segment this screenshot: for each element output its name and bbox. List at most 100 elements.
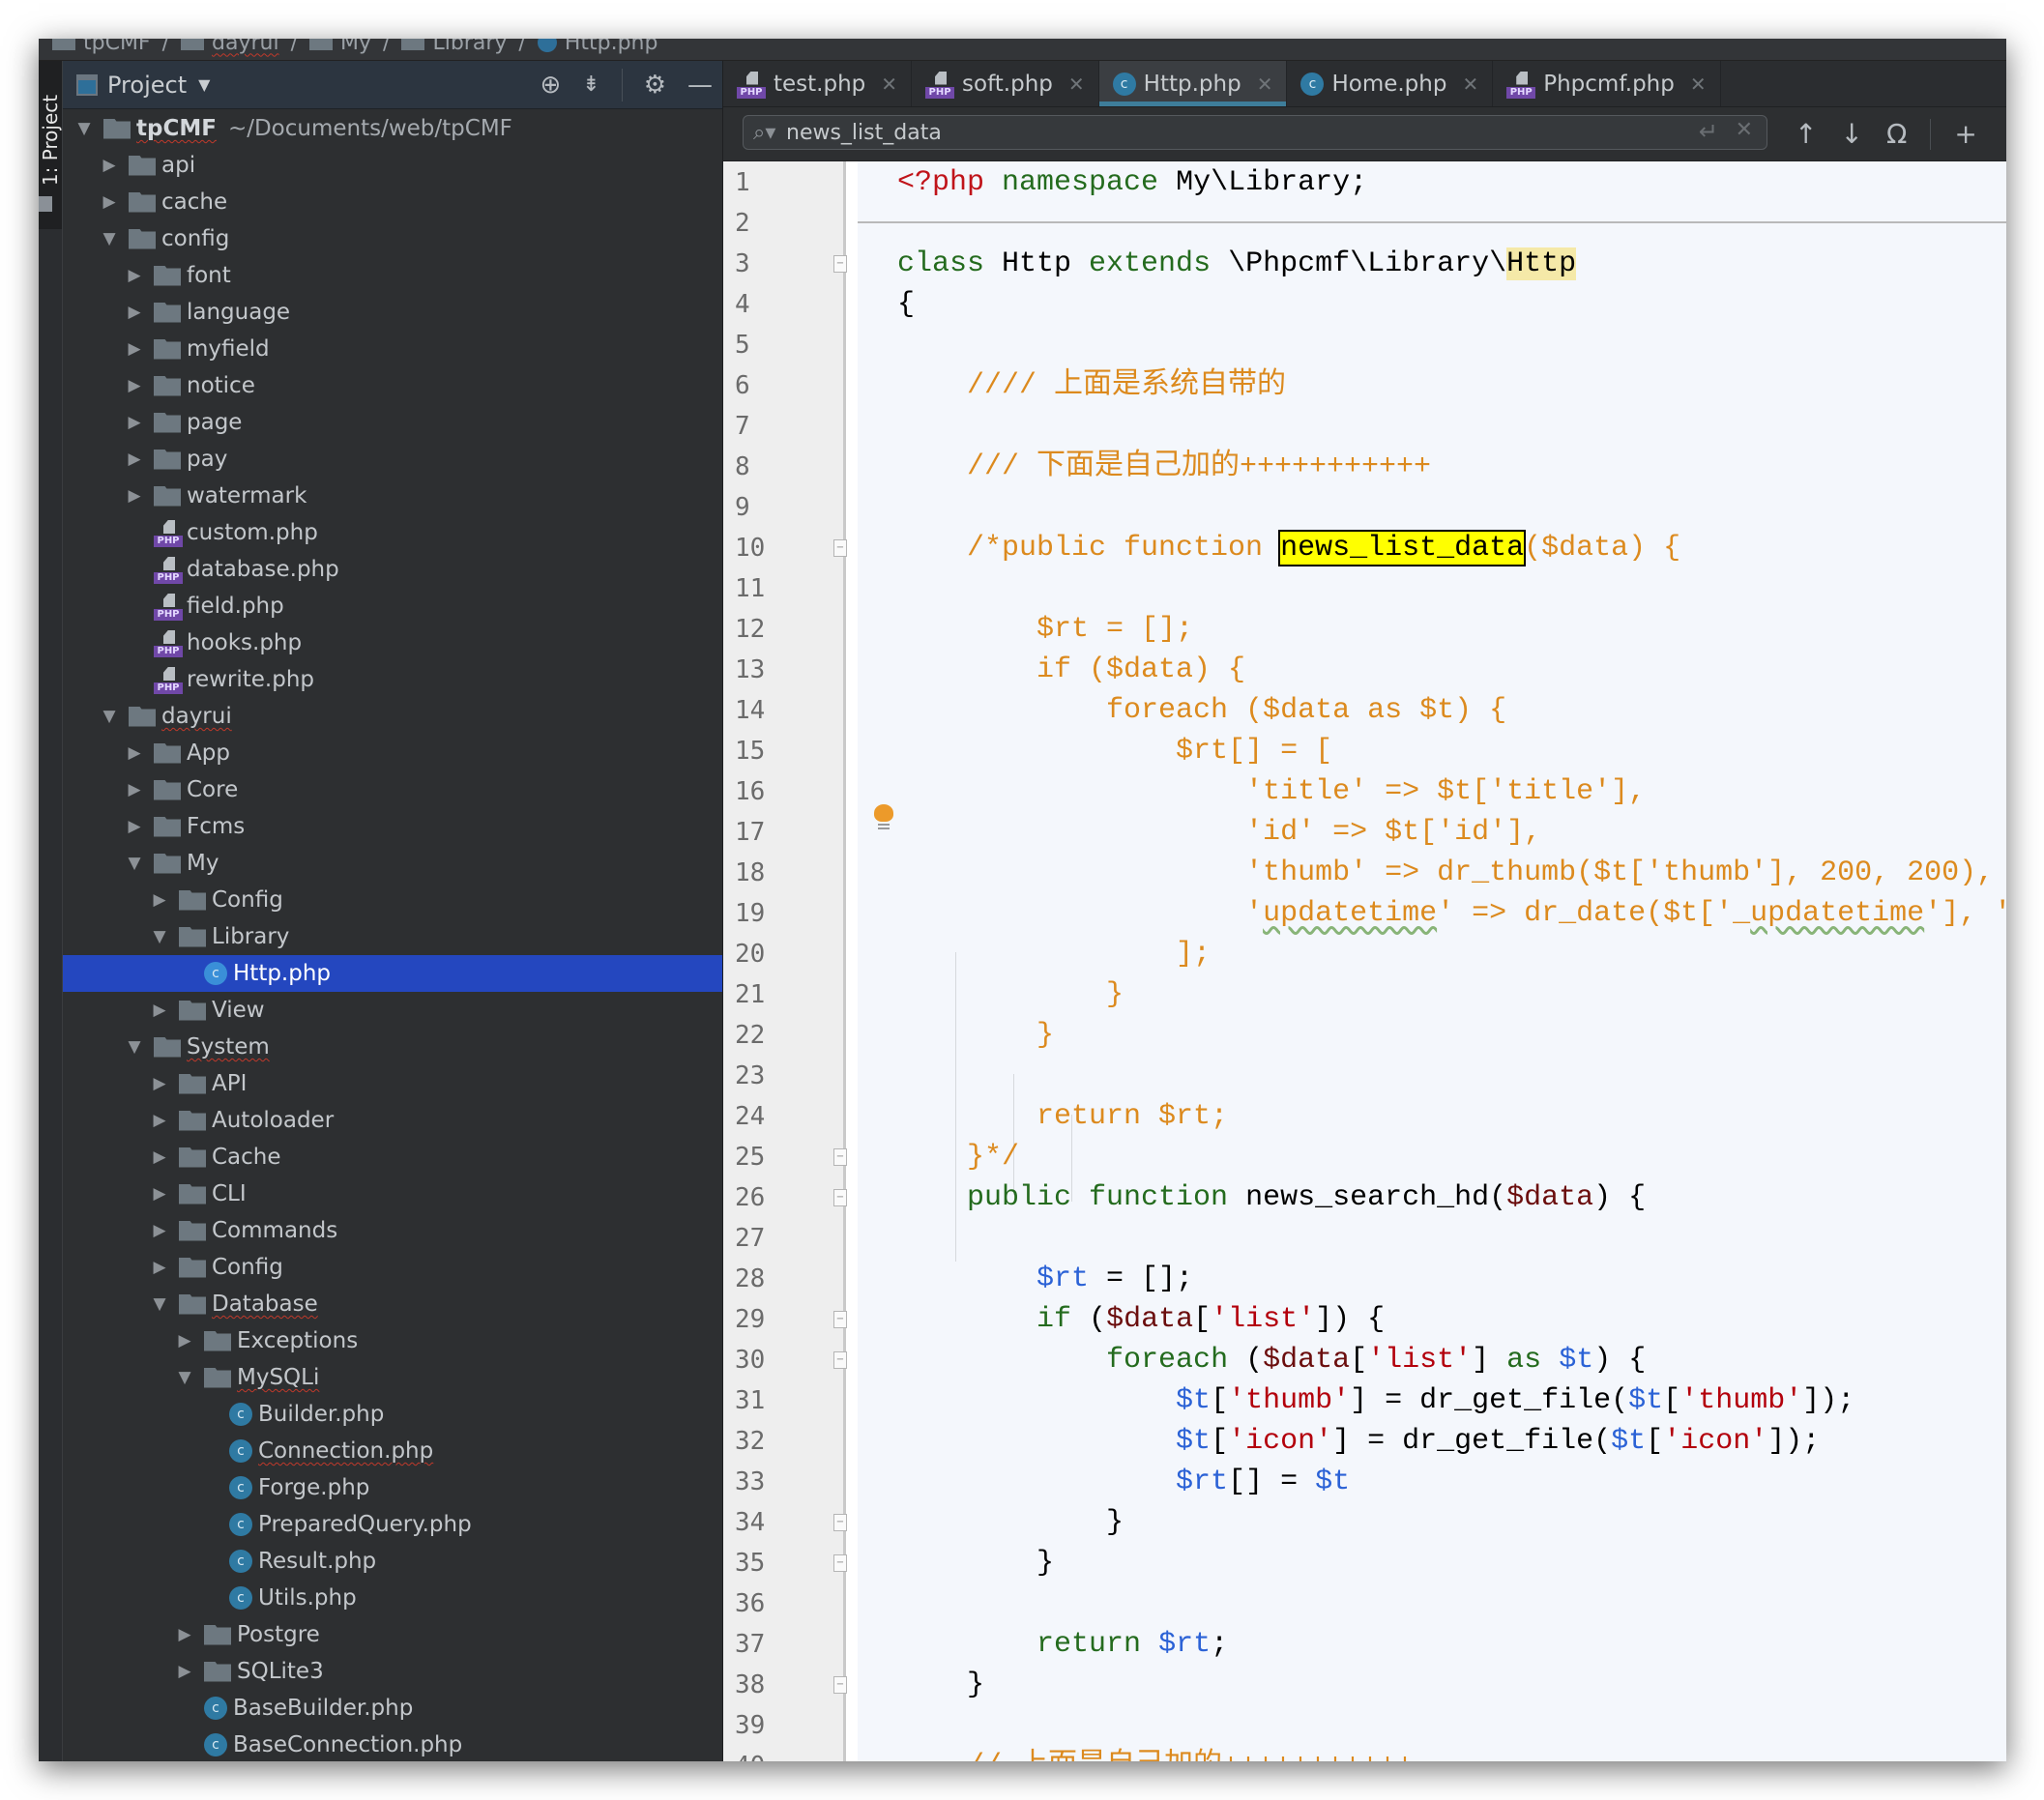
- breadcrumb-item[interactable]: Library: [401, 39, 507, 55]
- collapse-arrow-icon[interactable]: ▶: [123, 413, 146, 432]
- fold-marker-icon[interactable]: −: [833, 539, 847, 557]
- collapse-arrow-icon[interactable]: ▶: [173, 1662, 196, 1681]
- close-icon[interactable]: ✕: [881, 73, 897, 96]
- code-line[interactable]: 'title' => $t['title'],: [897, 771, 1646, 812]
- project-tool-window-button[interactable]: 1: Project: [39, 61, 62, 229]
- code-line[interactable]: $t['thumb'] = dr_get_file($t['thumb']);: [897, 1380, 1854, 1421]
- tree-item[interactable]: ▼ System: [63, 1029, 722, 1065]
- next-occurrence-icon[interactable]: ↓: [1840, 118, 1862, 150]
- collapse-arrow-icon[interactable]: ▶: [148, 1184, 171, 1204]
- collapse-all-icon[interactable]: ⇟: [582, 73, 599, 97]
- chevron-down-icon[interactable]: ▼: [198, 75, 210, 94]
- tree-item[interactable]: PHP custom.php: [63, 514, 722, 551]
- tree-item[interactable]: ▶ SQLite3: [63, 1653, 722, 1690]
- code-line[interactable]: ];: [897, 934, 1211, 974]
- code-line[interactable]: $rt = [];: [897, 1259, 1193, 1299]
- add-selection-icon[interactable]: +: [1954, 118, 1976, 150]
- collapse-arrow-icon[interactable]: ▶: [148, 1074, 171, 1093]
- close-icon[interactable]: ✕: [1462, 73, 1478, 96]
- clear-icon[interactable]: ✕: [1736, 118, 1753, 142]
- tree-item[interactable]: PHP rewrite.php: [63, 661, 722, 698]
- collapse-arrow-icon[interactable]: ▶: [173, 1625, 196, 1644]
- code-line[interactable]: }: [897, 1543, 1054, 1583]
- fold-marker-icon[interactable]: −: [833, 1351, 847, 1369]
- fold-marker-icon[interactable]: −: [833, 255, 847, 273]
- code-line[interactable]: if ($data) {: [897, 650, 1245, 690]
- collapse-arrow-icon[interactable]: ▶: [98, 192, 121, 212]
- code-line[interactable]: }: [897, 1502, 1124, 1543]
- tree-item[interactable]: ▶ Fcms: [63, 808, 722, 845]
- select-all-occurrences-icon[interactable]: Ω: [1886, 118, 1907, 150]
- tree-item[interactable]: ▶ Config: [63, 1249, 722, 1286]
- code-line[interactable]: 'thumb' => dr_thumb($t['thumb'], 200, 20…: [897, 853, 1994, 893]
- tree-item[interactable]: ▶ myfield: [63, 331, 722, 367]
- search-query[interactable]: news_list_data: [786, 121, 942, 145]
- tree-item[interactable]: ▼ config: [63, 220, 722, 257]
- locate-icon[interactable]: ⊕: [540, 71, 561, 100]
- close-icon[interactable]: ✕: [1257, 73, 1273, 96]
- tab-soft[interactable]: PHP soft.php ✕: [912, 61, 1099, 106]
- tree-item[interactable]: ▶ page: [63, 404, 722, 441]
- tree-item[interactable]: ▶ Core: [63, 771, 722, 808]
- collapse-arrow-icon[interactable]: ▶: [123, 743, 146, 763]
- tree-item[interactable]: c BaseBuilder.php: [63, 1690, 722, 1727]
- expand-arrow-icon[interactable]: ▼: [123, 1037, 146, 1057]
- tab-phpcmf[interactable]: PHP Phpcmf.php ✕: [1493, 61, 1721, 106]
- tree-item[interactable]: ▶ Cache: [63, 1139, 722, 1176]
- collapse-arrow-icon[interactable]: ▶: [123, 303, 146, 322]
- code-line[interactable]: foreach ($data as $t) {: [897, 690, 1506, 731]
- tree-item[interactable]: ▶ Commands: [63, 1212, 722, 1249]
- tree-item[interactable]: ▶ language: [63, 294, 722, 331]
- tree-item[interactable]: ▶ Postgre: [63, 1616, 722, 1653]
- fold-marker-icon[interactable]: −: [833, 1311, 847, 1328]
- tree-item[interactable]: c Result.php: [63, 1543, 722, 1580]
- tree-item[interactable]: c BaseConnection.php: [63, 1727, 722, 1761]
- lightbulb-icon[interactable]: [874, 804, 893, 826]
- tree-item[interactable]: ▶ Autoloader: [63, 1102, 722, 1139]
- tree-item[interactable]: ▶ api: [63, 147, 722, 184]
- code-line[interactable]: }*/: [897, 1137, 1019, 1177]
- code-line[interactable]: $rt[] = $t: [897, 1462, 1350, 1502]
- minimize-icon[interactable]: —: [687, 71, 713, 100]
- tree-item[interactable]: ▼ Database: [63, 1286, 722, 1322]
- fold-marker-icon[interactable]: −: [833, 1189, 847, 1206]
- code-line[interactable]: }: [897, 1665, 984, 1705]
- breadcrumb-item[interactable]: dayrui: [181, 39, 279, 55]
- collapse-arrow-icon[interactable]: ▶: [148, 1258, 171, 1277]
- tree-item[interactable]: c Utils.php: [63, 1580, 722, 1616]
- tree-item[interactable]: ▶ font: [63, 257, 722, 294]
- collapse-arrow-icon[interactable]: ▶: [123, 450, 146, 469]
- code-line[interactable]: public function news_search_hd($data) {: [897, 1177, 1646, 1218]
- tree-item[interactable]: PHP database.php: [63, 551, 722, 588]
- collapse-arrow-icon[interactable]: ▶: [98, 156, 121, 175]
- code-line[interactable]: if ($data['list']) {: [897, 1299, 1385, 1340]
- code-line[interactable]: return $rt;: [897, 1096, 1228, 1137]
- close-icon[interactable]: ✕: [1068, 73, 1085, 96]
- tree-item[interactable]: c PreparedQuery.php: [63, 1506, 722, 1543]
- code-line[interactable]: $rt[] = [: [897, 731, 1332, 771]
- gear-icon[interactable]: ⚙: [644, 71, 666, 100]
- code-line[interactable]: $t['icon'] = dr_get_file($t['icon']);: [897, 1421, 1820, 1462]
- collapse-arrow-icon[interactable]: ▶: [148, 1111, 171, 1130]
- tree-item[interactable]: ▼ MySQLi: [63, 1359, 722, 1396]
- code-line[interactable]: $rt = [];: [897, 609, 1193, 650]
- expand-arrow-icon[interactable]: ▼: [173, 1368, 196, 1387]
- tree-item[interactable]: c Forge.php: [63, 1469, 722, 1506]
- collapse-arrow-icon[interactable]: ▶: [148, 1001, 171, 1020]
- search-icon[interactable]: ⌕▾: [753, 121, 786, 145]
- collapse-arrow-icon[interactable]: ▶: [123, 780, 146, 799]
- tab-http[interactable]: c Http.php ✕: [1098, 61, 1288, 106]
- tree-item[interactable]: ▼ dayrui: [63, 698, 722, 735]
- breadcrumb-item[interactable]: Http.php: [537, 39, 657, 55]
- expand-arrow-icon[interactable]: ▼: [148, 1294, 171, 1314]
- expand-arrow-icon[interactable]: ▼: [123, 854, 146, 873]
- code-line[interactable]: 'updatetime' => dr_date($t['_updatetime'…: [897, 893, 2006, 934]
- collapse-arrow-icon[interactable]: ▶: [123, 266, 146, 285]
- expand-arrow-icon[interactable]: ▼: [98, 707, 121, 726]
- collapse-arrow-icon[interactable]: ▶: [123, 339, 146, 359]
- breadcrumb-item[interactable]: tpCMF: [52, 39, 151, 55]
- collapse-arrow-icon[interactable]: ▶: [148, 1147, 171, 1167]
- tab-test[interactable]: PHP test.php ✕: [723, 61, 913, 106]
- tree-item[interactable]: ▶ pay: [63, 441, 722, 478]
- collapse-arrow-icon[interactable]: ▶: [148, 890, 171, 910]
